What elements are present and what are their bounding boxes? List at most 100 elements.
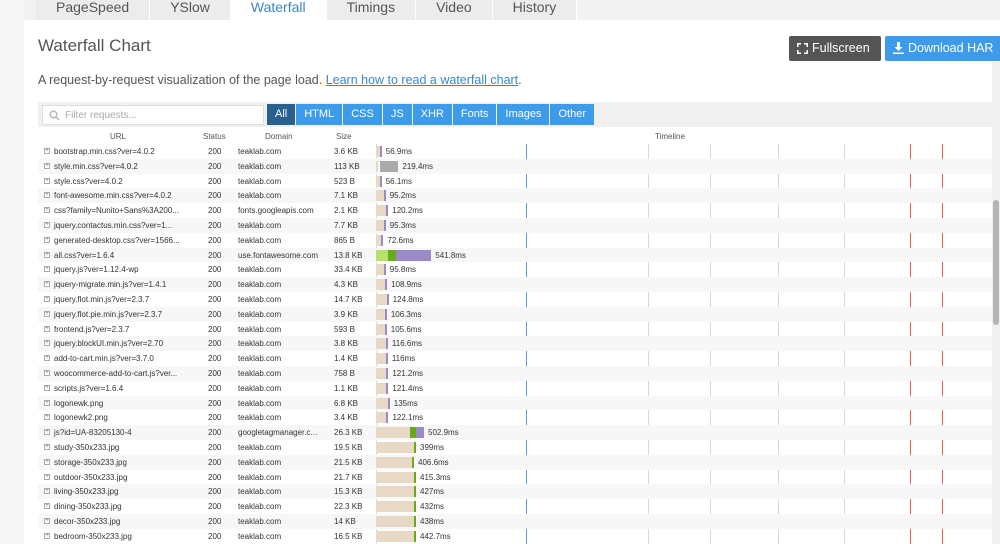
table-row[interactable]: + bootstrap.min.css?ver=4.0.2 200 teaklab.c… bbox=[38, 144, 993, 159]
table-row[interactable]: + living-350x233.jpg 200 teaklab.com 15.3 KB… bbox=[38, 484, 993, 500]
timing-bar[interactable] bbox=[414, 471, 416, 483]
filter-input[interactable]: Filter requests... bbox=[42, 105, 264, 125]
tab-pagespeed[interactable]: PageSpeed bbox=[36, 0, 151, 20]
fullscreen-button[interactable]: Fullscreen bbox=[789, 36, 881, 61]
table-row[interactable]: + woocommerce-add-to-cart.js?ver... 200 tea… bbox=[38, 366, 993, 381]
timing-bar[interactable] bbox=[376, 412, 387, 424]
timing-bar[interactable] bbox=[380, 160, 399, 172]
expand-row-icon[interactable]: + bbox=[44, 281, 50, 288]
table-row[interactable]: + generated-desktop.css?ver=1566... 200 tea… bbox=[38, 233, 993, 248]
filter-chip-html[interactable]: HTML bbox=[296, 104, 343, 125]
timing-bar[interactable] bbox=[376, 294, 387, 305]
timing-bar[interactable] bbox=[376, 249, 388, 261]
table-row[interactable]: + style.css?ver=4.0.2 200 teaklab.com 523 B 5… bbox=[38, 174, 993, 189]
timing-bar[interactable] bbox=[376, 382, 387, 394]
timing-bar[interactable] bbox=[376, 323, 385, 335]
timing-bar[interactable] bbox=[386, 368, 389, 379]
expand-row-icon[interactable]: + bbox=[44, 355, 50, 362]
timing-bar[interactable] bbox=[386, 205, 389, 217]
timing-bar[interactable] bbox=[384, 323, 387, 335]
timing-bar[interactable] bbox=[376, 220, 384, 231]
table-row[interactable]: + all.css?ver=1.6.4 200 use.fontawesome.com… bbox=[38, 247, 993, 263]
expand-row-icon[interactable]: + bbox=[44, 473, 50, 480]
timing-bar[interactable] bbox=[376, 264, 384, 276]
expand-row-icon[interactable]: + bbox=[44, 325, 50, 332]
expand-row-icon[interactable]: + bbox=[44, 444, 50, 450]
timing-bar[interactable] bbox=[376, 160, 378, 172]
timing-bar[interactable] bbox=[412, 456, 414, 468]
table-row[interactable]: + outdoor-350x233.jpg 200 teaklab.com 21.7 K… bbox=[38, 470, 993, 485]
expand-row-icon[interactable]: + bbox=[44, 236, 50, 243]
timing-bar[interactable] bbox=[376, 471, 414, 483]
expand-row-icon[interactable]: + bbox=[44, 488, 50, 495]
table-row[interactable]: + jquery.flot.pie.min.js?ver=2.3.7 200 teak… bbox=[38, 306, 993, 322]
expand-row-icon[interactable]: + bbox=[44, 192, 50, 199]
table-row[interactable]: + add-to-cart.min.js?ver=3.7.0 200 teaklab.… bbox=[38, 351, 993, 366]
timing-bar[interactable] bbox=[381, 234, 384, 246]
table-row[interactable]: + logonewk.png 200 teaklab.com 6.8 KB 135ms bbox=[38, 395, 993, 411]
expand-row-icon[interactable]: + bbox=[44, 222, 50, 228]
table-row[interactable]: + study-350x233.jpg 200 teaklab.com 19.5 KB 3… bbox=[38, 440, 993, 455]
scrollbar-thumb[interactable] bbox=[993, 200, 999, 325]
timing-bar[interactable] bbox=[376, 397, 388, 409]
timing-bar[interactable] bbox=[376, 308, 385, 320]
table-row[interactable]: + jquery-migrate.min.js?ver=1.4.1 200 teakl… bbox=[38, 277, 993, 292]
timing-bar[interactable] bbox=[414, 442, 416, 453]
timing-bar[interactable] bbox=[387, 397, 390, 409]
timing-bar[interactable] bbox=[376, 353, 386, 365]
timing-bar[interactable] bbox=[376, 279, 386, 291]
expand-row-icon[interactable]: + bbox=[44, 503, 50, 510]
timing-bar[interactable] bbox=[376, 368, 387, 379]
column-timeline[interactable]: Timeline bbox=[655, 132, 685, 141]
expand-row-icon[interactable]: + bbox=[44, 148, 50, 154]
filter-chip-images[interactable]: Images bbox=[497, 104, 550, 125]
tab-video[interactable]: Video bbox=[416, 0, 493, 20]
table-row[interactable]: + jquery.flot.min.js?ver=2.3.7 200 teaklab.… bbox=[38, 292, 993, 307]
timing-bar[interactable] bbox=[383, 220, 386, 231]
timing-bar[interactable] bbox=[376, 205, 387, 217]
column-domain[interactable]: Domain bbox=[265, 132, 293, 141]
timing-bar[interactable] bbox=[376, 516, 414, 527]
expand-row-icon[interactable]: + bbox=[44, 414, 50, 421]
timing-bar[interactable] bbox=[376, 456, 412, 468]
column-size[interactable]: Size bbox=[336, 132, 352, 141]
timing-bar[interactable] bbox=[386, 412, 389, 424]
expand-row-icon[interactable]: + bbox=[44, 518, 50, 524]
timing-bar[interactable] bbox=[414, 486, 416, 498]
timing-bar[interactable] bbox=[376, 338, 386, 350]
timing-bar[interactable] bbox=[376, 501, 414, 513]
timing-bar[interactable] bbox=[386, 294, 389, 305]
filter-chip-other[interactable]: Other bbox=[550, 104, 594, 125]
timing-bar[interactable] bbox=[376, 442, 414, 453]
timing-bar[interactable] bbox=[416, 427, 424, 439]
timing-bar[interactable] bbox=[385, 338, 388, 350]
timing-bar[interactable] bbox=[385, 279, 388, 291]
table-row[interactable]: + jquery.blockUI.min.js?ver=2.70 200 teakla… bbox=[38, 336, 993, 352]
column-status[interactable]: Status bbox=[203, 132, 226, 141]
timing-bar[interactable] bbox=[385, 353, 388, 365]
filter-chip-xhr[interactable]: XHR bbox=[412, 104, 452, 125]
expand-row-icon[interactable]: + bbox=[44, 429, 50, 436]
filter-chip-js[interactable]: JS bbox=[382, 104, 412, 125]
tab-waterfall[interactable]: Waterfall bbox=[230, 0, 327, 20]
timing-bar[interactable] bbox=[388, 249, 396, 261]
tab-yslow[interactable]: YSlow bbox=[150, 0, 231, 20]
timing-bar[interactable] bbox=[386, 382, 389, 394]
timing-bar[interactable] bbox=[396, 249, 432, 261]
expand-row-icon[interactable]: + bbox=[44, 340, 50, 347]
expand-row-icon[interactable]: + bbox=[44, 162, 50, 169]
timing-bar[interactable] bbox=[376, 530, 414, 542]
timing-bar[interactable] bbox=[379, 175, 382, 187]
timing-bar[interactable] bbox=[379, 146, 382, 157]
download-har-button[interactable]: Download HAR bbox=[885, 36, 1000, 61]
expand-row-icon[interactable]: + bbox=[44, 458, 50, 465]
expand-row-icon[interactable]: + bbox=[44, 177, 50, 184]
table-row[interactable]: + storage-350x233.jpg 200 teaklab.com 21.5 K… bbox=[38, 454, 993, 470]
table-row[interactable]: + decor-350x233.jpg 200 teaklab.com 14 KB 438… bbox=[38, 514, 993, 529]
expand-row-icon[interactable]: + bbox=[44, 266, 50, 273]
expand-row-icon[interactable]: + bbox=[44, 370, 50, 376]
timing-bar[interactable] bbox=[376, 486, 414, 498]
table-row[interactable]: + jquery.contactus.min.css?ver=1... 200 tea… bbox=[38, 218, 993, 233]
timing-bar[interactable] bbox=[383, 190, 386, 202]
timing-bar[interactable] bbox=[376, 427, 410, 439]
